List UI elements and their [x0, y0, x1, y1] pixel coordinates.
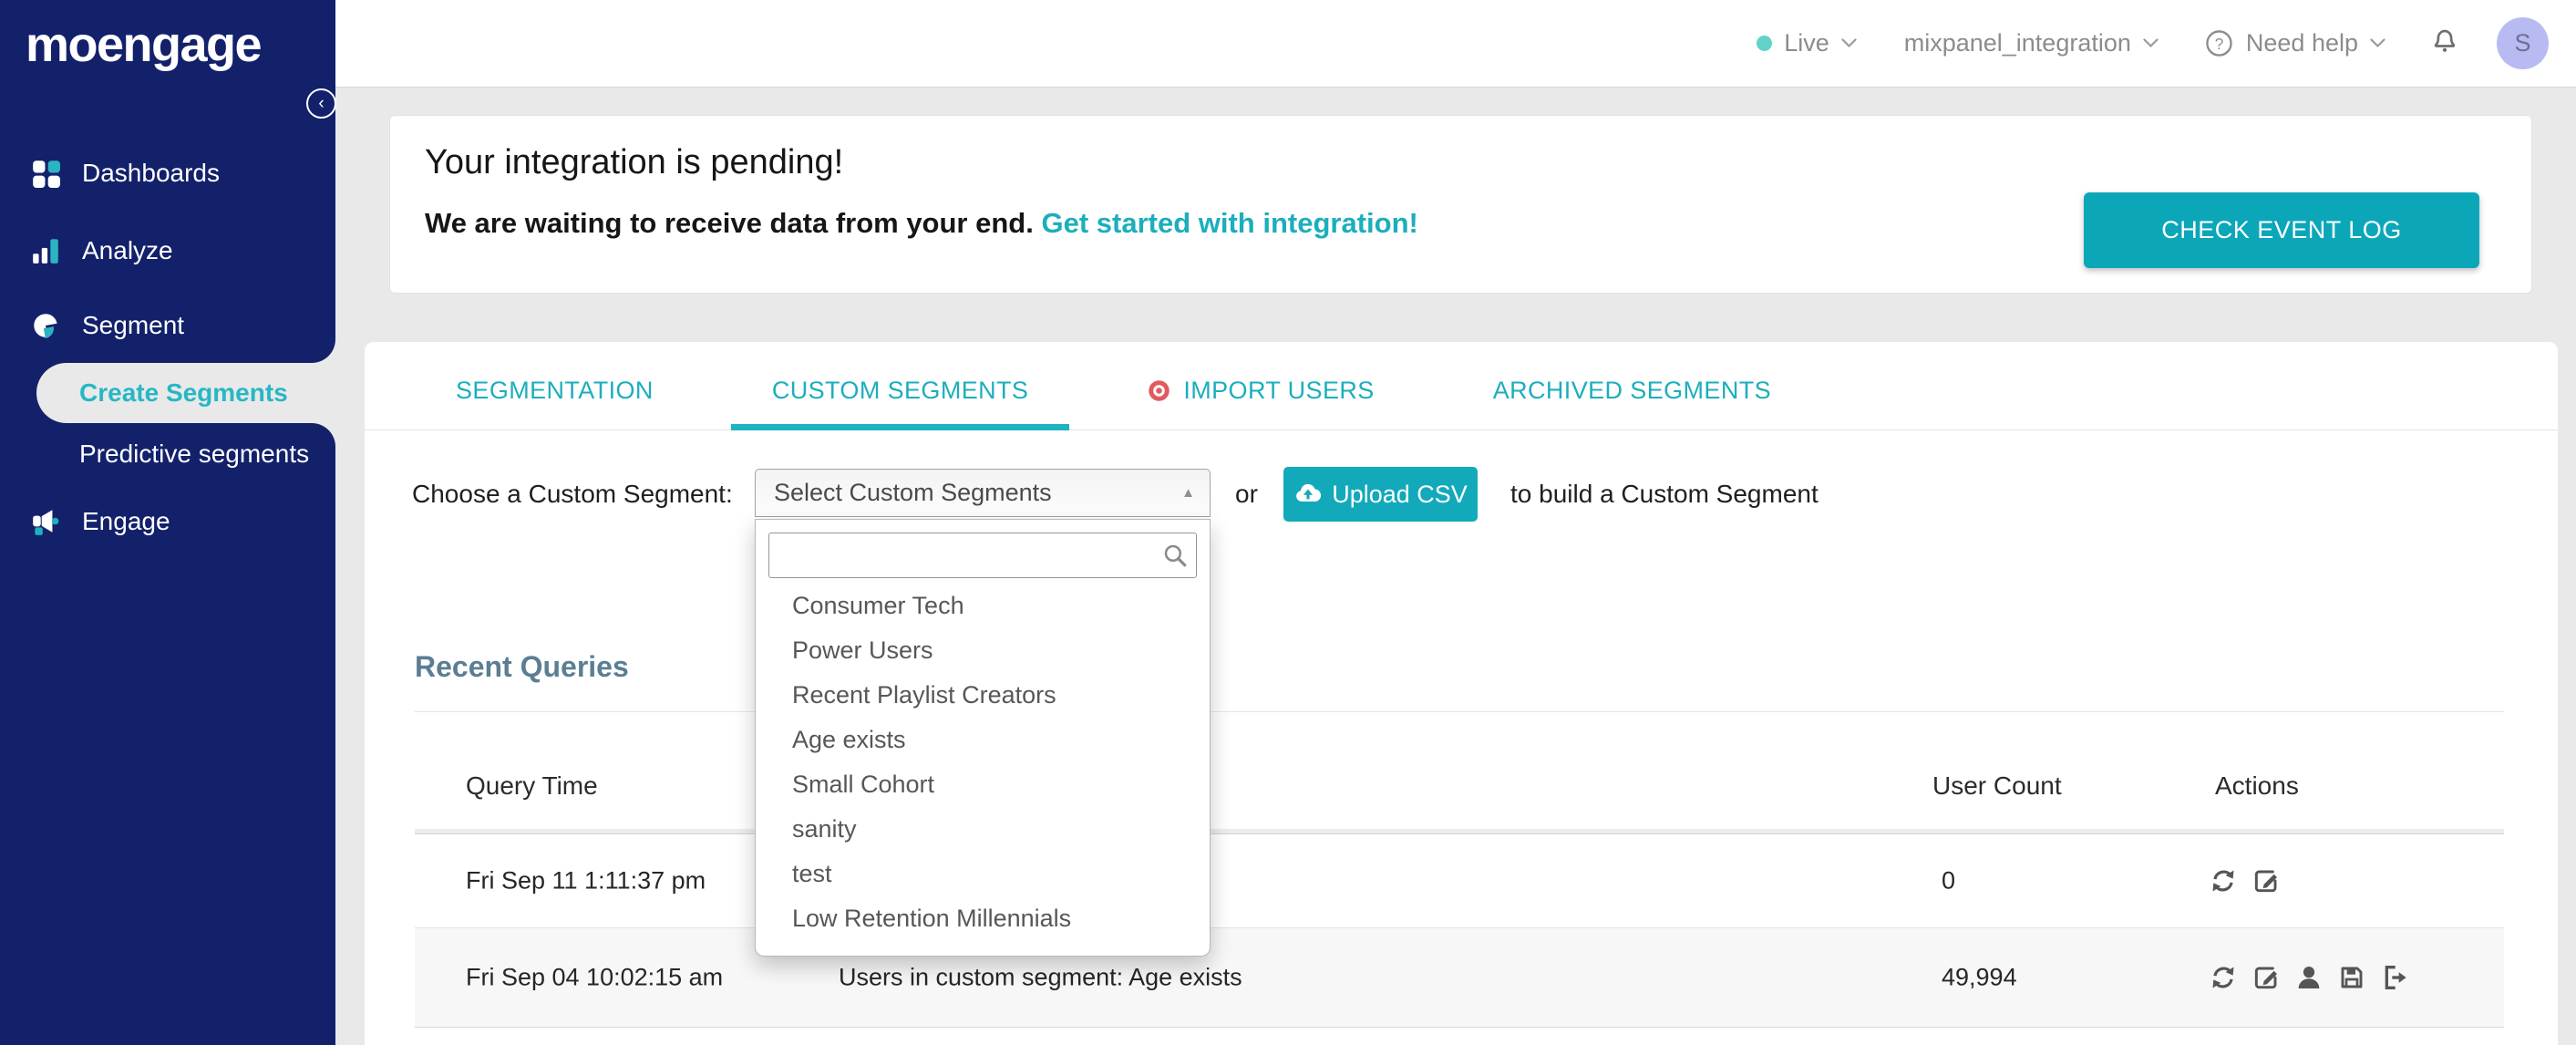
save-segment-icon[interactable] [2337, 963, 2366, 992]
edit-query-icon[interactable] [2251, 963, 2281, 992]
bar-chart-icon [30, 235, 61, 266]
sidebar-item-label: Segment [82, 311, 185, 339]
tab-segmentation[interactable]: SEGMENTATION [415, 342, 695, 429]
dropdown-option[interactable]: Small Cohort [756, 762, 1210, 807]
need-help-label: Need help [2245, 29, 2358, 57]
integration-pending-banner: Your integration is pending! We are wait… [389, 115, 2532, 294]
rerun-query-icon[interactable] [2209, 866, 2238, 895]
get-started-link[interactable]: Get started with integration! [1041, 207, 1417, 239]
question-circle-icon: ? [2206, 30, 2232, 57]
dropdown-option[interactable]: Low Retention Millennials [756, 896, 1210, 941]
page-content: Your integration is pending! We are wait… [335, 88, 2576, 1045]
custom-segment-dropdown: Consumer Tech Power Users Recent Playlis… [755, 519, 1211, 957]
pie-chart-icon [30, 310, 61, 341]
megaphone-icon [30, 506, 61, 537]
user-avatar[interactable]: S [2497, 17, 2549, 69]
sidebar-item-dashboards[interactable]: Dashboards [0, 146, 335, 201]
query-description-cell: Users in custom segment: Age exists [839, 963, 1242, 991]
chevron-down-icon [1841, 38, 1857, 48]
recent-queries-title: Recent Queries [415, 650, 629, 683]
column-user-count: User Count [1932, 771, 2062, 800]
search-icon [1164, 544, 1187, 567]
sidebar-item-label: Dashboards [82, 159, 220, 187]
dropdown-option[interactable]: sanity [756, 807, 1210, 852]
row-actions [2209, 866, 2281, 895]
table-row: Fri Sep 04 10:02:15 am Users in custom s… [415, 928, 2504, 1028]
check-event-log-button[interactable]: CHECK EVENT LOG [2084, 192, 2479, 268]
sidebar-notch-top [312, 339, 335, 363]
sidebar-item-create-segments[interactable]: Create Segments [36, 363, 335, 423]
dropdown-option[interactable]: Recent Playlist Creators [756, 673, 1210, 718]
need-help-menu[interactable]: ? Need help [2204, 28, 2385, 58]
sidebar-item-analyze[interactable]: Analyze [0, 223, 335, 278]
dropdown-option[interactable]: Age exists [756, 718, 1210, 762]
query-time-cell: Fri Sep 11 1:11:37 pm [466, 866, 706, 895]
sidebar-item-engage[interactable]: Engage [0, 494, 335, 549]
notifications-bell-icon[interactable] [2429, 25, 2460, 62]
picker-suffix-text: to build a Custom Segment [1510, 480, 1819, 508]
column-query-time: Query Time [466, 771, 598, 800]
segments-tab-bar: SEGMENTATION CUSTOM SEGMENTS IMPORT USER… [365, 342, 2558, 430]
dropdown-option[interactable]: Power Users [756, 628, 1210, 673]
edit-query-icon[interactable] [2251, 866, 2281, 895]
export-segment-icon[interactable] [2380, 963, 2409, 992]
moengage-logo: moengage [26, 17, 263, 72]
rerun-query-icon[interactable] [2209, 963, 2238, 992]
chevron-down-icon [2143, 38, 2159, 48]
user-count-cell: 49,994 [1942, 963, 2017, 991]
table-row: Fri Sep 11 1:11:37 pm 0 [415, 834, 2504, 928]
query-time-cell: Fri Sep 04 10:02:15 am [466, 963, 724, 991]
table-header-row: Query Time User Count Actions [415, 752, 2504, 834]
tab-custom-segments[interactable]: CUSTOM SEGMENTS [730, 342, 1070, 430]
sidebar: moengage Dashboards Analyze Segment Crea… [0, 0, 336, 1045]
cloud-upload-icon [1296, 483, 1322, 502]
sidebar-item-predictive-segments[interactable]: Predictive segments [0, 429, 335, 480]
sidebar-item-label: Engage [82, 507, 170, 535]
divider [415, 711, 2504, 712]
dropdown-option[interactable]: Consumer Tech [756, 584, 1210, 628]
select-arrow-up-icon: ▲ [1181, 485, 1195, 501]
avatar-initial: S [2514, 29, 2531, 57]
environment-label: Live [1784, 29, 1829, 57]
sidebar-item-label: Create Segments [79, 378, 288, 407]
import-users-target-icon [1149, 379, 1170, 401]
top-header: Live mixpanel_integration ? Need help S [335, 0, 2576, 88]
sidebar-item-segment[interactable]: Segment [0, 298, 335, 353]
custom-segment-select[interactable]: Select Custom Segments ▲ [755, 469, 1211, 517]
svg-text:?: ? [2215, 35, 2224, 53]
segments-card: SEGMENTATION CUSTOM SEGMENTS IMPORT USER… [365, 342, 2558, 1045]
banner-message: We are waiting to receive data from your… [425, 207, 1418, 239]
column-actions: Actions [2215, 771, 2299, 800]
choose-segment-label: Choose a Custom Segment: [412, 480, 733, 508]
live-status-dot [1757, 36, 1773, 51]
dashboards-grid-icon [30, 158, 61, 189]
environment-switcher[interactable]: Live [1757, 29, 1857, 57]
dropdown-search [768, 533, 1197, 578]
sidebar-item-label: Analyze [82, 236, 173, 264]
row-actions [2209, 963, 2409, 992]
segment-search-input[interactable] [768, 533, 1197, 578]
upload-csv-button[interactable]: Upload CSV [1283, 467, 1478, 522]
or-text: or [1235, 480, 1258, 508]
user-count-cell: 0 [1942, 866, 1956, 895]
chevron-down-icon [2370, 38, 2385, 48]
dropdown-option[interactable]: test [756, 852, 1210, 896]
project-switcher[interactable]: mixpanel_integration [1904, 29, 2159, 57]
view-users-icon[interactable] [2294, 963, 2324, 992]
sidebar-item-label: Predictive segments [79, 440, 310, 468]
project-name: mixpanel_integration [1903, 29, 2131, 57]
tab-import-users[interactable]: IMPORT USERS [1106, 342, 1415, 429]
sidebar-collapse-button[interactable]: ‹ [306, 88, 336, 119]
tab-archived-segments[interactable]: ARCHIVED SEGMENTS [1452, 342, 1812, 429]
banner-title: Your integration is pending! [425, 143, 844, 181]
